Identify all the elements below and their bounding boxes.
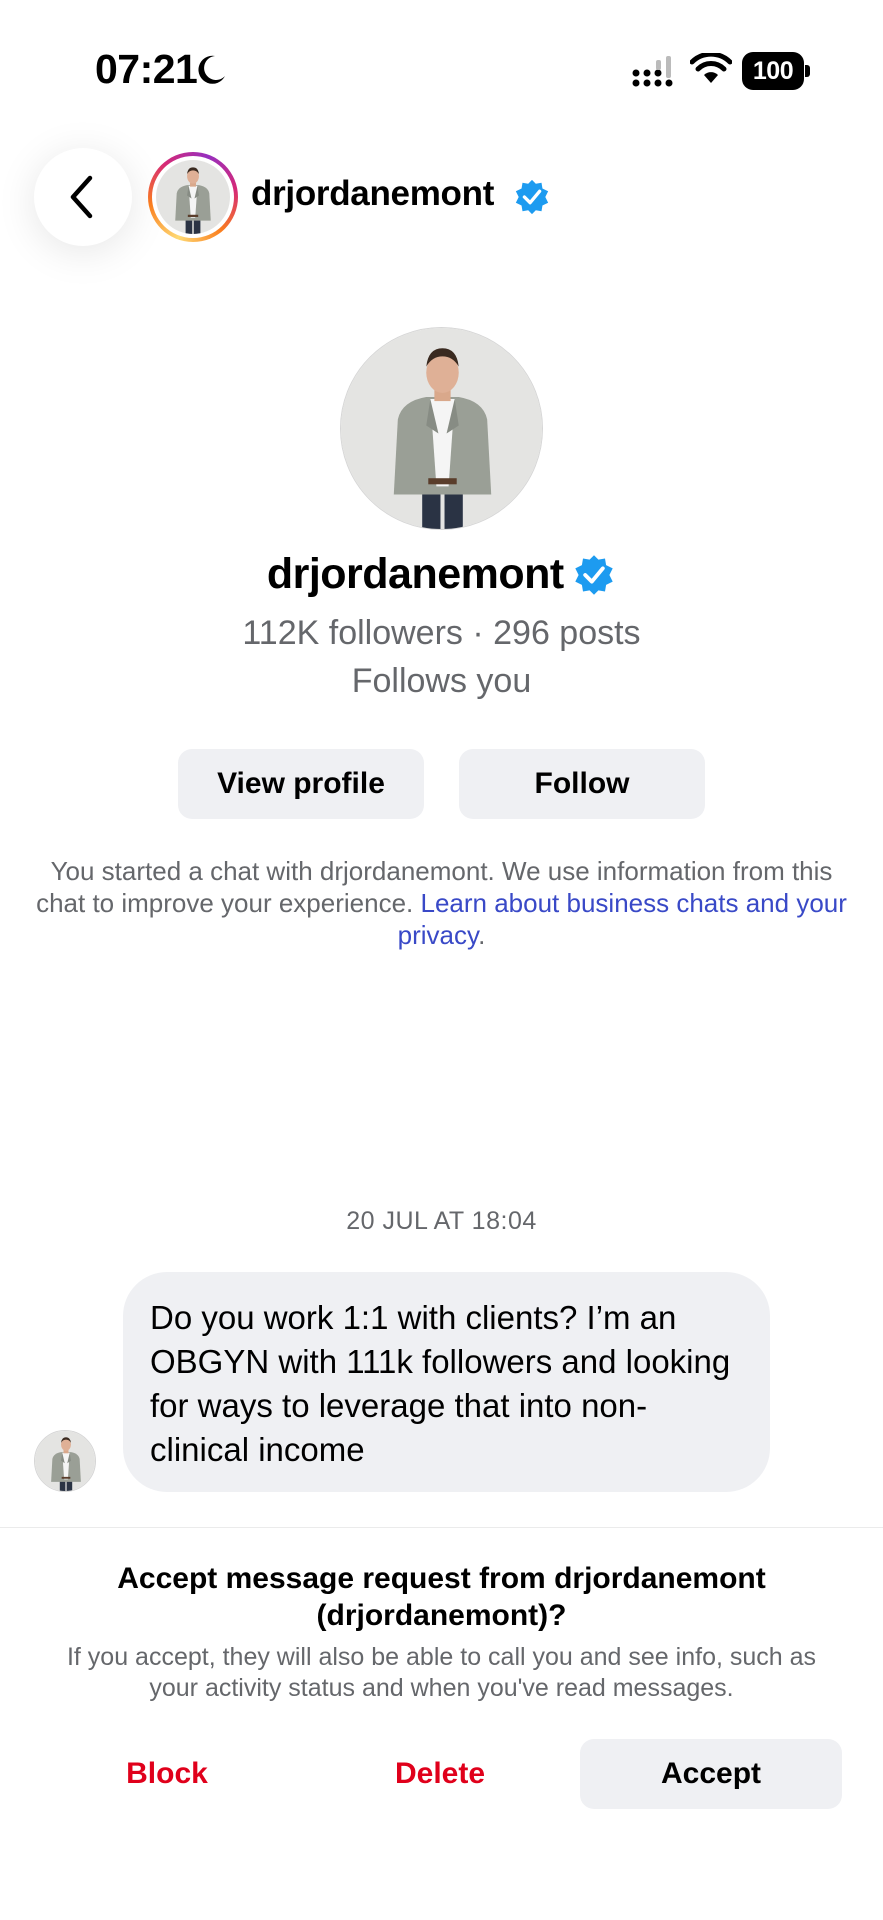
cellular-signal-icon	[632, 56, 673, 87]
request-title: Accept message request from drjordanemon…	[117, 1562, 766, 1632]
disclaimer-suffix: .	[478, 920, 486, 950]
delete-button[interactable]: Delete	[333, 1739, 547, 1809]
block-button[interactable]: Block	[60, 1739, 274, 1809]
back-button[interactable]	[34, 148, 132, 246]
profile-name-row: drjordanemont	[0, 550, 883, 599]
verified-badge-icon	[575, 554, 613, 595]
follow-button[interactable]: Follow	[459, 749, 705, 819]
view-profile-button[interactable]: View profile	[178, 749, 424, 819]
header-avatar[interactable]	[148, 152, 238, 242]
profile-username: drjordanemont	[266, 550, 564, 598]
business-chat-disclaimer: You started a chat with drjordanemont. W…	[30, 855, 853, 951]
chevron-left-icon	[70, 175, 93, 219]
moon-icon	[198, 55, 225, 84]
privacy-link[interactable]: Learn about business chats and your priv…	[398, 888, 847, 950]
follows-you-label: Follows you	[351, 662, 532, 700]
status-time: 07:21	[95, 46, 198, 92]
wifi-icon	[690, 53, 732, 83]
request-description: If you accept, they will also be able to…	[66, 1643, 817, 1702]
profile-stats: 112K followers · 296 posts	[242, 614, 641, 652]
avatar	[156, 160, 230, 234]
profile-avatar[interactable]	[340, 327, 543, 530]
battery-icon: 100	[742, 52, 810, 90]
avatar[interactable]	[34, 1430, 96, 1492]
message-bubble[interactable]: Do you work 1:1 with clients? I’m an OBG…	[123, 1272, 770, 1492]
accept-button[interactable]: Accept	[580, 1739, 842, 1809]
verified-badge-icon	[515, 179, 549, 215]
header-username[interactable]: drjordanemont	[251, 174, 494, 214]
divider	[0, 1527, 883, 1528]
status-bar: 07:21 100	[0, 0, 883, 130]
message-timestamp: 20 JUL AT 18:04	[346, 1207, 537, 1235]
battery-level: 100	[752, 57, 794, 85]
